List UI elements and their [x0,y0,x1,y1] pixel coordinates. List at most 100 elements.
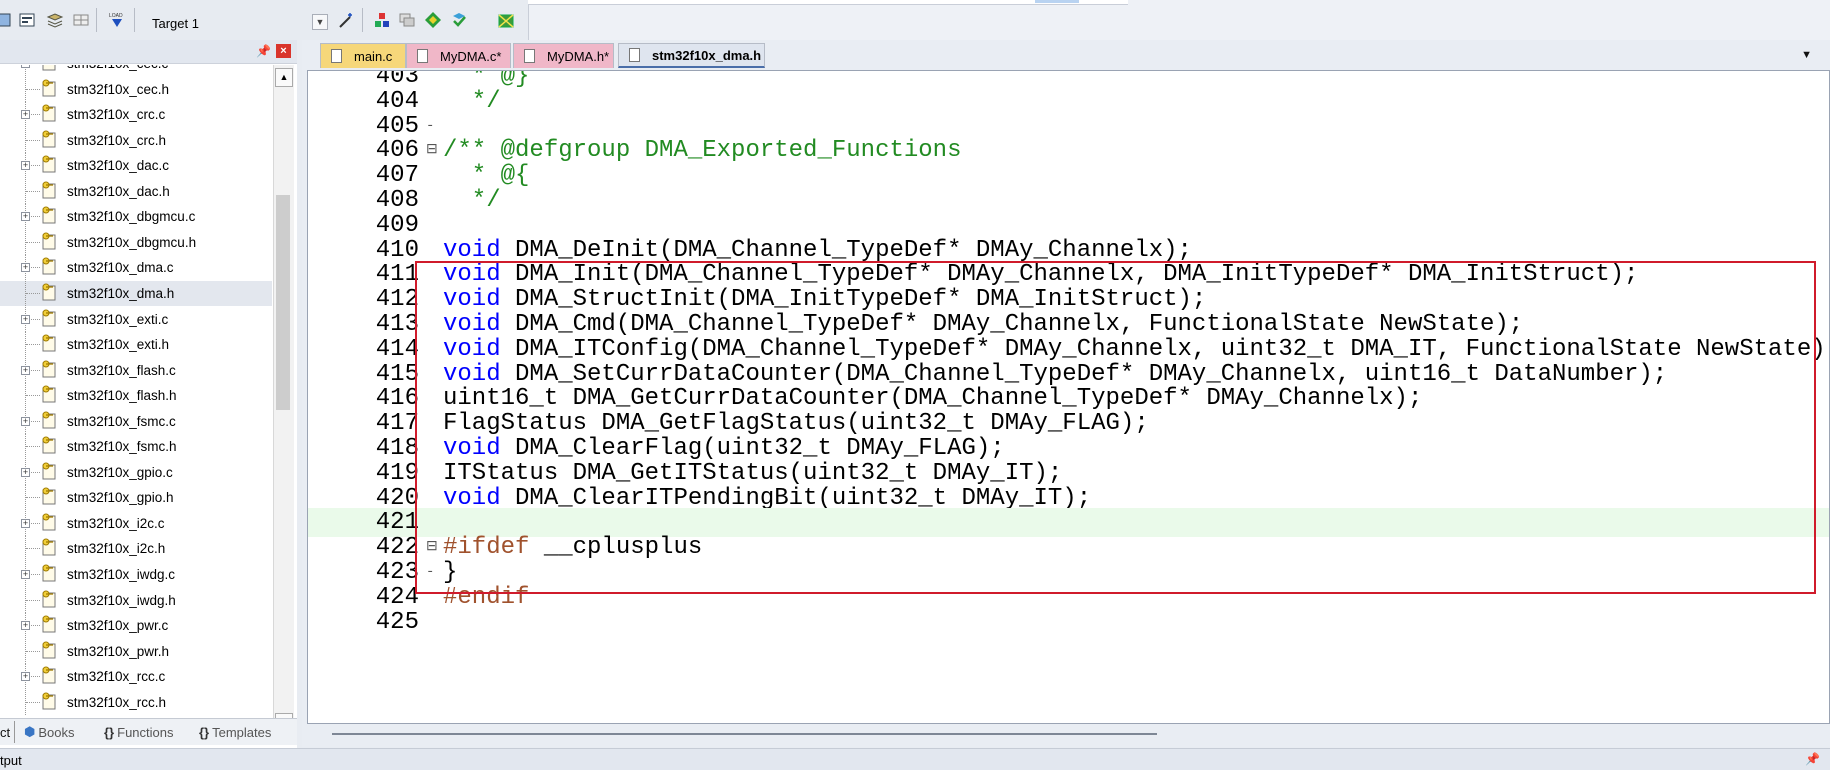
tree-item[interactable]: + stm32f10x_iwdg.c [0,562,272,587]
download-icon[interactable]: LOAD [108,11,126,29]
tab-books[interactable]: ⬢ Books [24,721,75,743]
project-panel-header: 📌 × [0,40,297,64]
expand-icon[interactable]: + [21,570,30,579]
tree-item-label: stm32f10x_fsmc.c [67,413,176,429]
code-line[interactable]: 425 [308,608,1829,637]
expand-icon[interactable]: + [21,467,30,477]
file-icon [42,564,56,582]
stack-icon[interactable] [46,11,64,29]
tree-item[interactable]: stm32f10x_dma.h [0,280,272,306]
tree-connector [26,497,40,499]
tree-item[interactable]: stm32f10x_fsmc.h [0,434,272,460]
tree-connector [26,701,40,704]
expand-icon[interactable]: + [21,518,30,528]
expand-icon[interactable]: + [21,65,30,68]
tab-functions[interactable]: {} Functions [104,721,174,743]
tree-item[interactable]: stm32f10x_cec.h [0,76,272,102]
check-icon[interactable] [450,11,468,29]
tree-item-label: stm32f10x_exti.h [67,337,170,353]
editor-tab-label: main.c [354,48,393,64]
tree-item[interactable]: + stm32f10x_pwr.c [0,613,272,639]
tree-item[interactable]: + stm32f10x_rcc.c [0,664,272,690]
tree-item[interactable]: + stm32f10x_gpio.c [0,459,272,485]
expand-icon[interactable]: + [21,161,30,171]
tree-item[interactable]: stm32f10x_rcc.h [0,689,272,715]
tree-item-label: stm32f10x_gpio.c [67,464,173,480]
file-icon [42,104,56,122]
tree-item[interactable]: stm32f10x_dac.h [0,178,272,204]
tree-item[interactable]: + stm32f10x_dma.c [0,255,272,281]
toolbar-separator [96,8,97,32]
diamond-icon[interactable] [424,11,442,29]
scroll-up-icon[interactable]: ▲ [275,68,293,87]
tree-item[interactable]: + stm32f10x_dbgmcu.c [0,204,272,230]
expand-icon[interactable]: + [21,365,30,375]
editor-tab-label: MyDMA.h* [547,48,610,64]
file-icon [42,232,56,250]
file-icon [42,130,56,148]
layers-icon[interactable] [398,11,416,29]
horizontal-scrollbar[interactable] [307,725,1830,743]
tree-item[interactable]: stm32f10x_pwr.h [0,638,272,664]
toolbar: LOAD Target 1 ▼ [0,0,1830,40]
chevron-down-icon[interactable]: ▼ [1801,49,1812,61]
code-editor[interactable]: 403 * @} 404 */405-406 ⊟/** @defgroup DMA_… [307,70,1830,724]
tree-item[interactable]: + stm32f10x_fsmc.c [0,408,272,434]
manage-components-icon[interactable] [373,11,391,29]
expand-icon[interactable]: + [21,314,30,324]
editor-tab[interactable]: MyDMA.c* [406,43,511,68]
options-icon[interactable] [18,11,36,29]
tree-item-label: stm32f10x_cec.c [67,65,168,71]
file-icon [42,462,56,480]
tree-item[interactable]: + stm32f10x_dac.c [0,153,272,179]
scrollbar-thumb[interactable] [276,195,290,410]
tree-item-label: stm32f10x_pwr.c [67,618,169,634]
editor-tab[interactable]: MyDMA.h* [513,43,614,68]
tree-item[interactable]: + stm32f10x_cec.c [0,65,272,76]
expand-icon[interactable]: + [21,263,30,273]
toolbar-separator [134,8,135,32]
expand-icon[interactable]: + [21,110,30,120]
tree-item[interactable]: stm32f10x_exti.h [0,332,272,358]
target-dropdown-icon[interactable]: ▼ [312,14,328,30]
tree-item-label: stm32f10x_rcc.h [67,694,167,710]
tab-project[interactable]: ct [0,721,16,743]
scrollbar-thumb[interactable] [332,733,1157,735]
editor-tab[interactable]: main.c [320,43,406,68]
tree-item[interactable]: stm32f10x_dbgmcu.h [0,229,272,255]
expand-icon[interactable]: + [21,672,30,682]
tree-connector [26,139,40,142]
file-icon [42,309,56,326]
output-title: tput [0,753,22,768]
tree-item[interactable]: stm32f10x_iwdg.h [0,587,272,613]
tab-templates[interactable]: {} Templates [199,721,271,743]
tree-item-label: stm32f10x_rcc.c [67,669,166,685]
file-tree: + stm32f10x_cec.c stm32f10x_cec.h + stm32f10… [0,65,272,755]
document-icon [629,48,640,62]
editor-tab[interactable]: stm32f10x_dma.h [618,43,765,68]
tree-scrollbar[interactable]: ▲ ▼ [273,65,294,735]
target-select[interactable]: Target 1 [152,16,199,31]
grid-icon[interactable] [72,11,90,29]
open-project-icon[interactable] [0,11,12,29]
tree-item[interactable]: stm32f10x_i2c.h [0,536,272,562]
tree-item[interactable]: stm32f10x_gpio.h [0,485,272,511]
tree-connector [26,241,40,244]
expand-icon[interactable]: + [21,416,30,426]
expand-icon[interactable]: + [21,621,30,631]
pack-icon[interactable] [497,11,515,29]
templates-icon: {} [199,724,210,740]
pin-icon[interactable]: 📌 [1805,752,1820,766]
tree-item[interactable]: stm32f10x_flash.h [0,383,272,409]
tree-item[interactable]: + stm32f10x_exti.c [0,306,272,332]
close-icon[interactable]: × [276,44,291,58]
file-icon [42,487,56,505]
tree-item[interactable]: + stm32f10x_i2c.c [0,510,272,536]
wand-icon[interactable] [337,11,355,29]
expand-icon[interactable]: + [21,212,30,222]
pin-icon[interactable]: 📌 [256,44,271,58]
tree-item[interactable]: + stm32f10x_crc.c [0,102,272,128]
tree-item[interactable]: stm32f10x_crc.h [0,127,272,153]
tree-item[interactable]: + stm32f10x_flash.c [0,357,272,383]
file-icon [42,411,56,429]
